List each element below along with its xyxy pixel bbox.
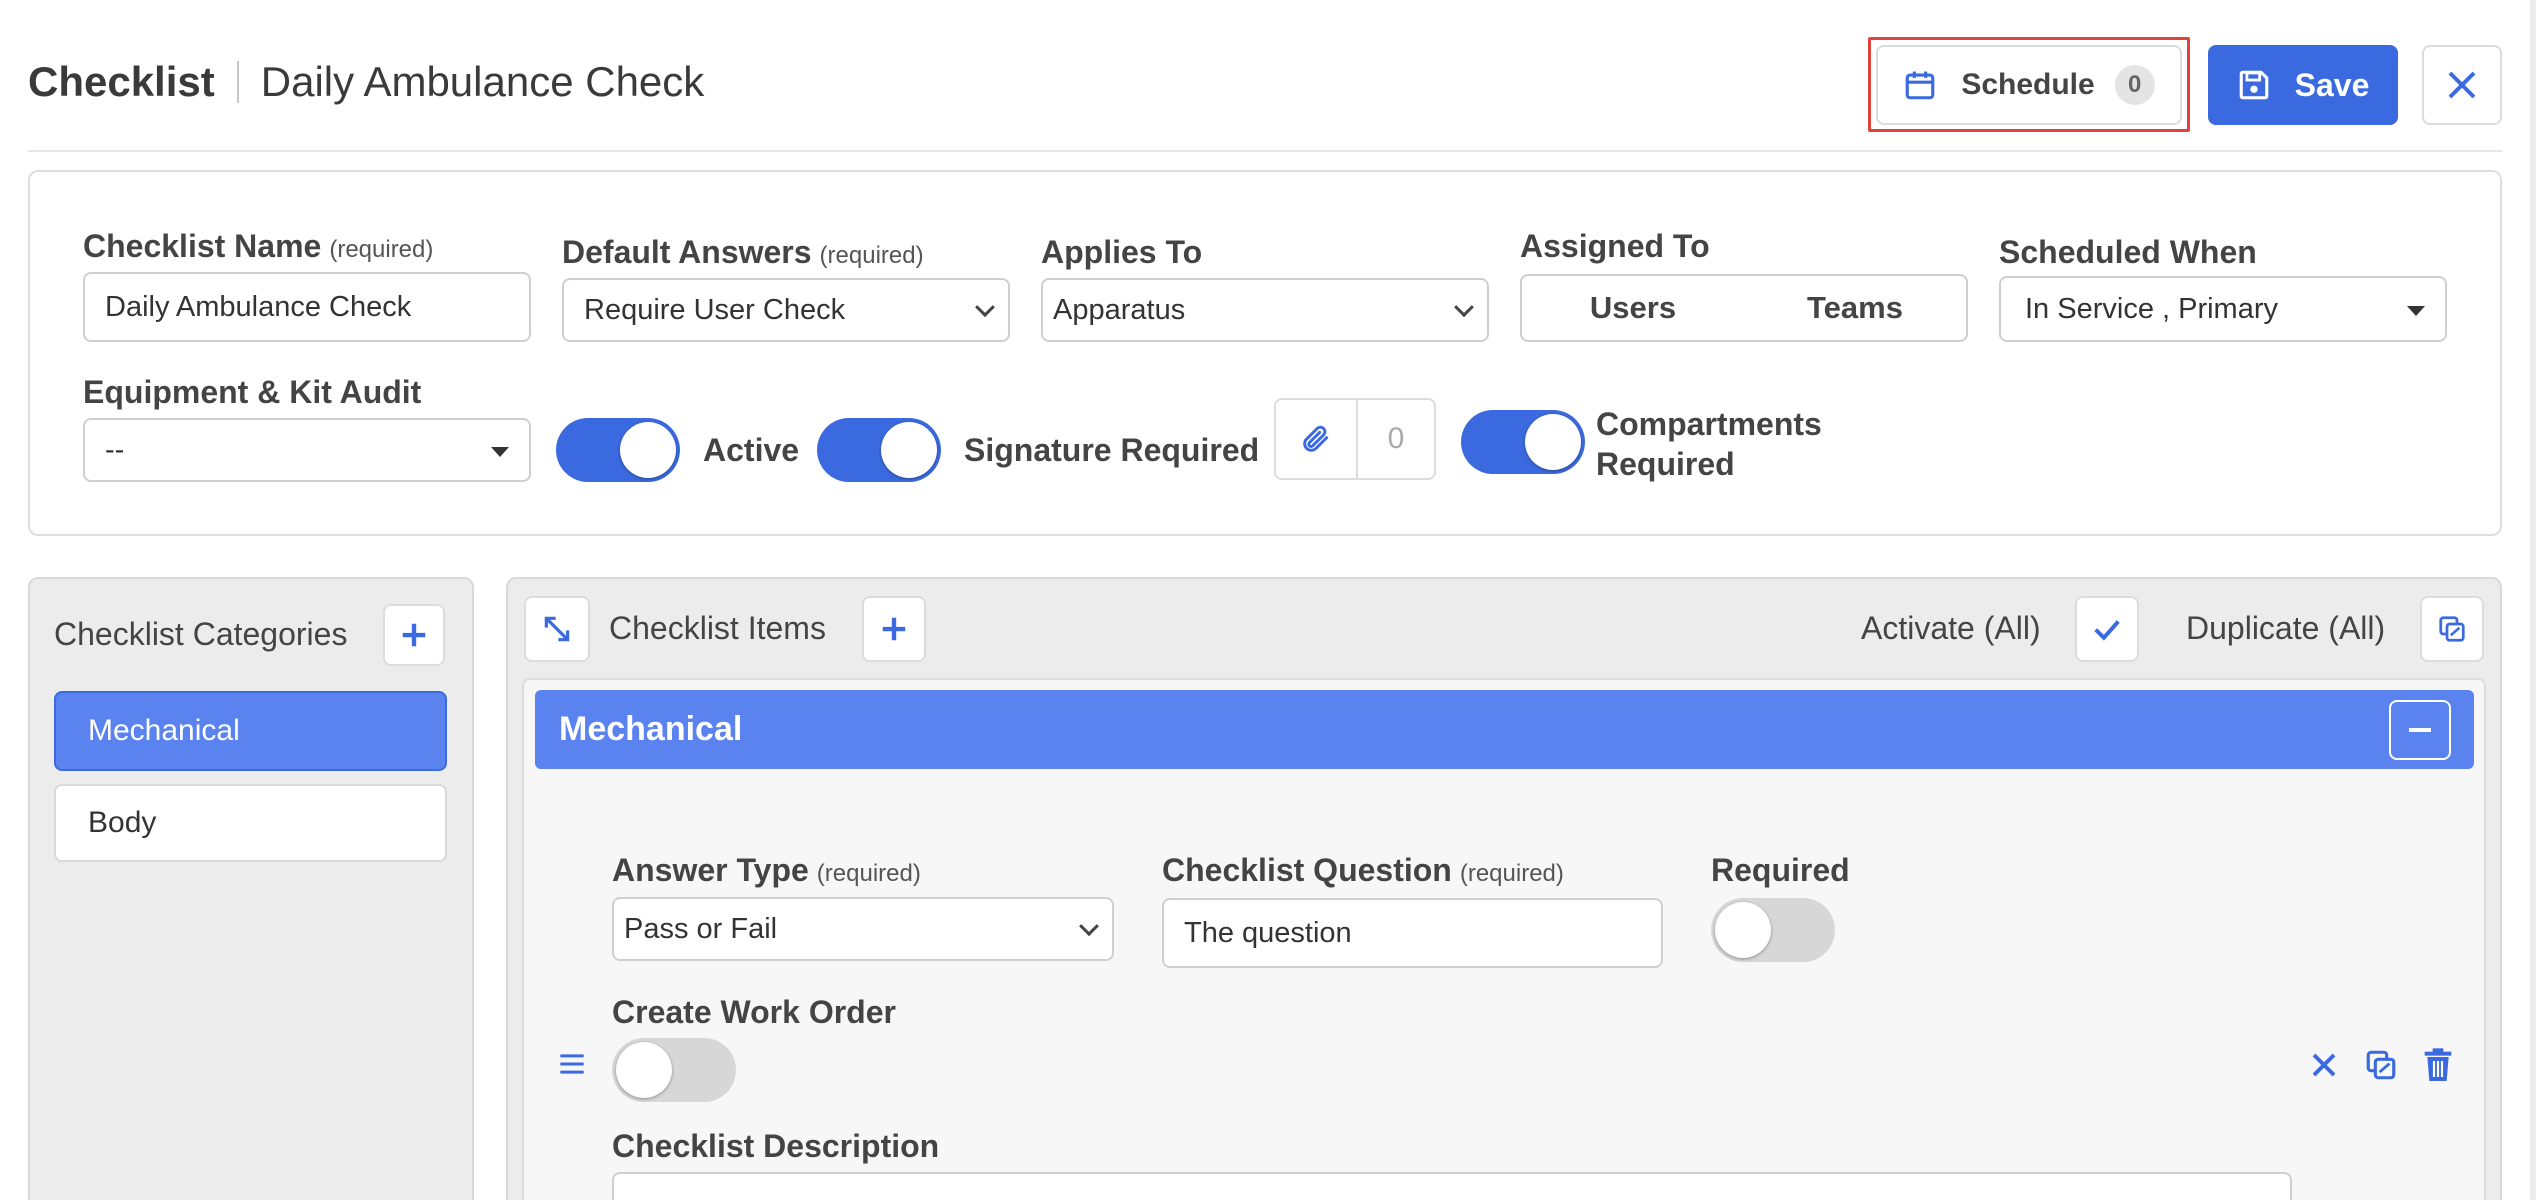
plus-icon xyxy=(879,614,909,644)
section-header-mechanical: Mechanical xyxy=(535,690,2474,769)
applies-to-select[interactable]: Apparatus xyxy=(1041,278,1489,342)
answer-type-label: Answer Type (required) xyxy=(612,852,921,888)
category-item-mechanical[interactable]: Mechanical xyxy=(54,691,447,771)
create-work-order-label: Create Work Order xyxy=(612,994,896,1030)
plus-icon xyxy=(399,620,429,650)
schedule-count-badge: 0 xyxy=(2114,65,2155,105)
duplicate-all-label: Duplicate (All) xyxy=(2186,610,2386,646)
add-category-button[interactable] xyxy=(383,604,445,666)
scheduled-when-label: Scheduled When xyxy=(1999,234,2257,270)
checklist-question-label: Checklist Question (required) xyxy=(1162,852,1564,888)
schedule-button[interactable]: Schedule 0 xyxy=(1876,45,2182,125)
deactivate-item-button[interactable] xyxy=(2309,1050,2339,1080)
save-label: Save xyxy=(2294,66,2370,103)
calendar-icon xyxy=(1903,68,1937,102)
active-label: Active xyxy=(703,432,800,468)
collapse-section-button[interactable] xyxy=(2389,700,2451,760)
categories-title: Checklist Categories xyxy=(54,616,348,652)
activate-all-button[interactable] xyxy=(2075,596,2139,662)
close-icon xyxy=(2446,69,2478,101)
chevron-down-icon xyxy=(1454,297,1474,318)
header-divider xyxy=(28,150,2502,152)
assigned-to-label: Assigned To xyxy=(1520,228,1710,264)
add-item-button[interactable] xyxy=(862,596,926,662)
delete-item-button[interactable] xyxy=(2422,1047,2454,1083)
title-divider xyxy=(236,61,239,103)
caret-down-icon xyxy=(2407,306,2425,316)
required-toggle[interactable] xyxy=(1711,898,1835,962)
assigned-to-group: Users Teams xyxy=(1520,274,1968,342)
compartments-required-label: Compartments Required xyxy=(1596,406,1822,482)
duplicate-item-button[interactable] xyxy=(2364,1048,2398,1082)
checklist-description-label: Checklist Description xyxy=(612,1128,940,1164)
close-button[interactable] xyxy=(2422,45,2502,125)
checklist-name-label: Checklist Name (required) xyxy=(83,228,434,264)
scheduled-when-select[interactable]: In Service , Primary xyxy=(1999,276,2447,342)
copy-icon xyxy=(2437,614,2467,644)
create-work-order-toggle[interactable] xyxy=(612,1038,736,1102)
equipment-audit-label: Equipment & Kit Audit xyxy=(83,374,422,410)
schedule-label: Schedule xyxy=(1961,68,2095,101)
check-icon xyxy=(2092,614,2122,644)
copy-icon xyxy=(2364,1048,2398,1082)
attach-button[interactable] xyxy=(1276,400,1358,478)
attachment-group: 0 xyxy=(1274,398,1436,480)
applies-to-label: Applies To xyxy=(1041,234,1203,270)
duplicate-all-button[interactable] xyxy=(2420,596,2484,662)
active-toggle[interactable] xyxy=(556,418,680,482)
expand-icon xyxy=(541,613,573,645)
signature-required-label: Signature Required xyxy=(964,432,1260,468)
answer-type-select[interactable]: Pass or Fail xyxy=(612,897,1114,961)
page-title: Checklist xyxy=(28,58,215,105)
categories-panel xyxy=(28,577,474,1200)
default-answers-select[interactable]: Require User Check xyxy=(562,278,1010,342)
signature-required-toggle[interactable] xyxy=(817,418,941,482)
expand-button[interactable] xyxy=(524,596,590,662)
close-icon xyxy=(2309,1050,2339,1080)
page-header: Checklist Daily Ambulance Check xyxy=(28,58,704,106)
assigned-users-button[interactable]: Users xyxy=(1522,290,1744,326)
checklist-description-input[interactable] xyxy=(612,1172,2292,1200)
category-item-body[interactable]: Body xyxy=(54,784,447,862)
attachment-count: 0 xyxy=(1387,422,1405,455)
section-title: Mechanical xyxy=(559,710,743,748)
paperclip-icon xyxy=(1300,423,1332,455)
drag-handle-icon[interactable] xyxy=(558,1050,586,1078)
activate-all-label: Activate (All) xyxy=(1861,610,2041,646)
checklist-question-input[interactable]: The question xyxy=(1162,898,1663,968)
chevron-down-icon xyxy=(975,297,995,318)
equipment-audit-select[interactable]: -- xyxy=(83,418,531,482)
save-button[interactable]: Save xyxy=(2208,45,2398,125)
required-label: Required xyxy=(1711,852,1850,888)
compartments-required-toggle[interactable] xyxy=(1461,410,1585,474)
checklist-items-title: Checklist Items xyxy=(609,610,826,646)
default-answers-label: Default Answers (required) xyxy=(562,234,924,270)
chevron-down-icon xyxy=(1079,916,1099,937)
page-subtitle: Daily Ambulance Check xyxy=(260,58,705,105)
window-scrollbar[interactable] xyxy=(2530,0,2536,1200)
caret-down-icon xyxy=(491,447,509,457)
assigned-teams-button[interactable]: Teams xyxy=(1744,290,1966,326)
delete-icon xyxy=(2422,1047,2454,1083)
save-icon xyxy=(2237,68,2271,102)
minus-icon xyxy=(2409,728,2431,732)
checklist-name-input[interactable]: Daily Ambulance Check xyxy=(83,272,531,342)
